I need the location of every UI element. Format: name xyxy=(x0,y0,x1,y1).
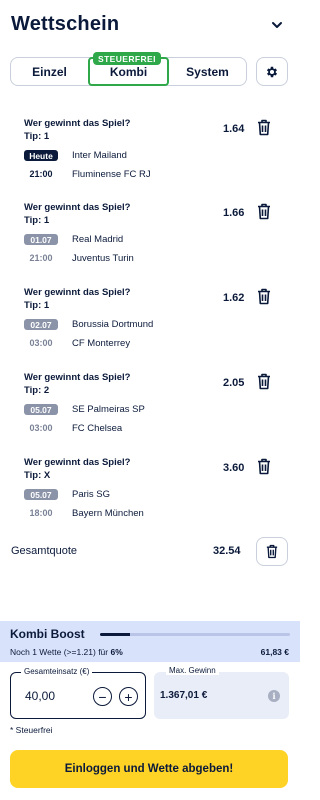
bet-question: Wer gewinnt das Spiel? xyxy=(24,287,131,298)
away-team: FC Chelsea xyxy=(72,423,123,434)
bet-question: Wer gewinnt das Spiel? xyxy=(24,372,131,383)
trash-icon[interactable] xyxy=(257,373,271,390)
chevron-down-icon[interactable] xyxy=(270,18,284,32)
bet-question: Wer gewinnt das Spiel? xyxy=(24,202,131,213)
total-odds-value: 32.54 xyxy=(213,545,241,557)
trash-icon[interactable] xyxy=(257,203,271,220)
match-time: 03:00 xyxy=(29,423,53,433)
bet-tip: Tip: 1 xyxy=(24,131,50,142)
bet-tip: Tip: 2 xyxy=(24,385,50,396)
away-team: Bayern München xyxy=(72,508,144,519)
boost-note: Noch 1 Wette (>=1.21) für 6% xyxy=(10,647,123,657)
bet-odd: 1.62 xyxy=(223,292,245,304)
trash-icon xyxy=(266,544,278,559)
increase-stake-button[interactable]: + xyxy=(119,687,138,706)
boost-progress-bar xyxy=(100,633,290,636)
away-team: Fluminense FC RJ xyxy=(72,169,151,180)
bet-odd: 1.64 xyxy=(223,123,245,135)
bet-tip: Tip: X xyxy=(24,470,51,481)
boost-amount: 61,83 € xyxy=(260,647,289,657)
home-team: SE Palmeiras SP xyxy=(72,404,145,415)
settings-button[interactable] xyxy=(256,57,288,86)
bet-odd: 1.66 xyxy=(223,207,245,219)
login-and-place-bet-button[interactable]: Einloggen und Wette abgeben! xyxy=(10,750,288,788)
stake-label: Gesamteinsatz (€) xyxy=(21,667,93,676)
bet-odd: 2.05 xyxy=(223,377,245,389)
bet-question: Wer gewinnt das Spiel? xyxy=(24,457,131,468)
gear-icon xyxy=(266,66,278,77)
away-team: CF Monterrey xyxy=(72,338,131,349)
match-time: 18:00 xyxy=(29,508,53,518)
stake-input[interactable]: 40,00 xyxy=(25,689,55,703)
home-team: Real Madrid xyxy=(72,234,124,245)
page-title: Wettschein xyxy=(11,13,120,35)
info-icon[interactable]: i xyxy=(268,690,280,702)
bet-tip: Tip: 1 xyxy=(24,215,50,226)
boost-progress-fill xyxy=(100,633,131,636)
match-time: 21:00 xyxy=(29,169,53,179)
trash-icon[interactable] xyxy=(257,458,271,475)
away-team: Juventus Turin xyxy=(72,253,134,264)
bet-item: Wer gewinnt das Spiel? Tip: 1 1.64 Heute… xyxy=(0,117,300,201)
tab-einzel[interactable]: Einzel xyxy=(11,58,88,85)
decrease-stake-button[interactable]: − xyxy=(93,687,112,706)
trash-icon[interactable] xyxy=(257,119,271,136)
match-date-badge: 01.07 xyxy=(24,234,58,245)
bet-item: Wer gewinnt das Spiel? Tip: 1 1.66 01.07… xyxy=(0,201,300,285)
match-date-badge: 02.07 xyxy=(24,319,58,330)
match-time: 03:00 xyxy=(29,338,53,348)
stake-field[interactable]: Gesamteinsatz (€) 40,00 − + xyxy=(10,667,146,719)
bet-tip: Tip: 1 xyxy=(24,300,50,311)
tax-free-badge: STEUERFREI xyxy=(93,52,161,65)
max-win-label: Max. Gewinn xyxy=(166,666,219,675)
bet-item: Wer gewinnt das Spiel? Tip: 1 1.62 02.07… xyxy=(0,286,300,370)
total-odds-label: Gesamtquote xyxy=(11,545,78,557)
boost-title: Kombi Boost xyxy=(10,627,85,641)
match-date-badge: 05.07 xyxy=(24,404,58,415)
clear-all-button[interactable] xyxy=(256,537,288,566)
bet-item: Wer gewinnt das Spiel? Tip: X 3.60 05.07… xyxy=(0,456,300,540)
match-time: 21:00 xyxy=(29,253,53,263)
betslip-header: Wettschein xyxy=(0,0,300,52)
bet-item: Wer gewinnt das Spiel? Tip: 2 2.05 05.07… xyxy=(0,371,300,455)
max-win-box: Max. Gewinn 1.367,01 € i xyxy=(154,666,289,719)
max-win-value: 1.367,01 € xyxy=(160,690,208,701)
bet-question: Wer gewinnt das Spiel? xyxy=(24,118,131,129)
kombi-boost-panel: Kombi Boost Noch 1 Wette (>=1.21) für 6%… xyxy=(0,621,300,662)
bet-odd: 3.60 xyxy=(223,462,245,474)
tab-system[interactable]: System xyxy=(169,58,246,85)
home-team: Borussia Dortmund xyxy=(72,319,154,330)
tax-free-note: * Steuerfrei xyxy=(10,725,53,735)
match-date-badge: 05.07 xyxy=(24,489,58,500)
match-date-badge: Heute xyxy=(24,150,58,161)
trash-icon[interactable] xyxy=(257,288,271,305)
home-team: Paris SG xyxy=(72,489,111,500)
home-team: Inter Mailand xyxy=(72,150,127,161)
